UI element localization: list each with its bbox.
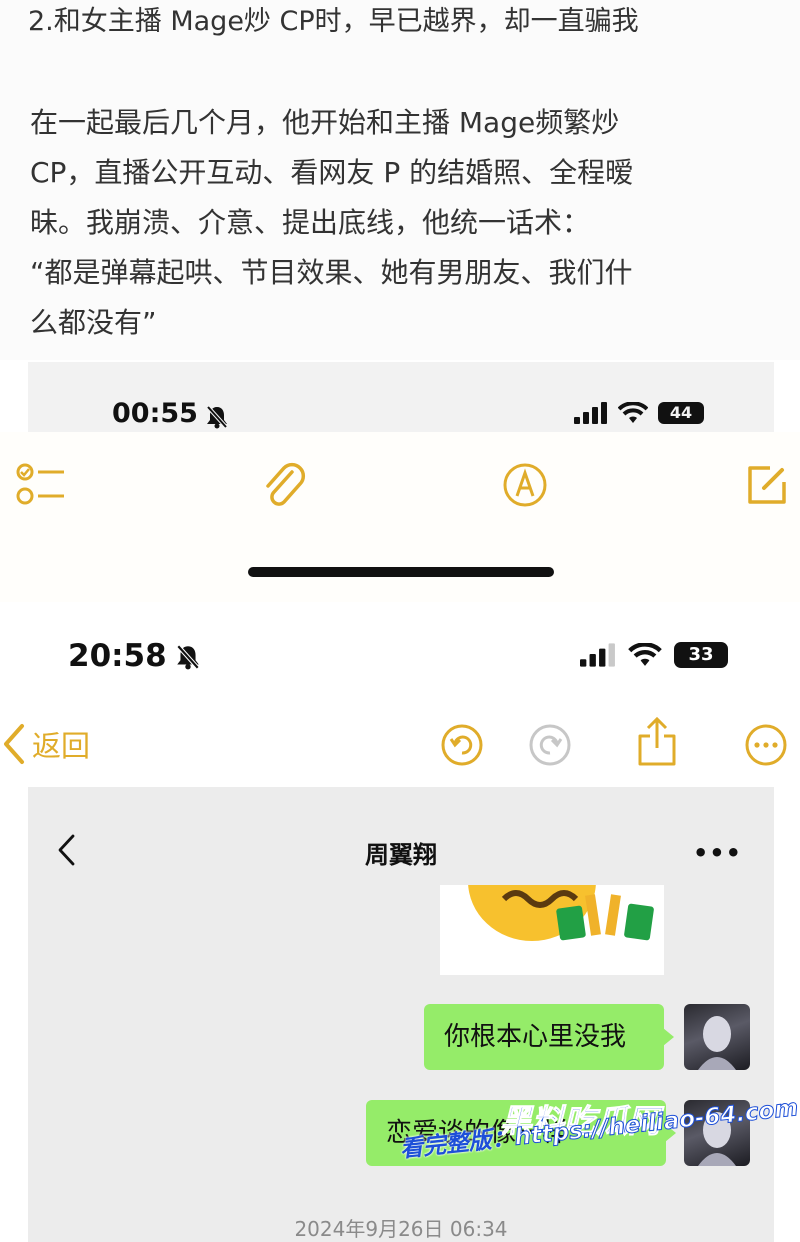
compose-icon[interactable]	[746, 464, 788, 506]
screenshot2-header	[0, 602, 800, 787]
checklist-icon[interactable]	[16, 462, 66, 508]
status-icons: 44	[574, 402, 704, 424]
chat-more-button[interactable]: •••	[693, 839, 742, 867]
screenshot1-status-bar: 00:55 44	[28, 362, 774, 432]
paragraph-line: 昧。我崩溃、介意、提出底线，他统一话术：	[30, 206, 591, 239]
sticker-message	[440, 885, 664, 975]
signal-icon	[574, 402, 607, 424]
markup-pen-icon[interactable]	[502, 462, 548, 508]
redo-icon[interactable]	[528, 723, 572, 767]
article-paragraph: 在一起最后几个月，他开始和主播 Mage频繁炒 CP，直播公开互动、看网友 P …	[30, 98, 750, 348]
article-section: 2.和女主播 Mage炒 CP时，早已越界，却一直骗我 在一起最后几个月，他开始…	[0, 0, 800, 360]
chevron-left-icon	[4, 724, 24, 764]
back-label: 返回	[32, 729, 91, 763]
silent-bell-icon	[206, 405, 228, 429]
paragraph-line: 么都没有”	[30, 306, 157, 339]
chat-contact-name: 周翼翔	[365, 841, 437, 869]
status-time: 20:58	[68, 638, 167, 674]
avatar	[684, 1004, 750, 1070]
share-icon[interactable]	[636, 716, 678, 768]
battery-icon: 44	[658, 402, 704, 424]
wifi-icon	[618, 402, 648, 423]
paragraph-line: CP，直播公开互动、看网友 P 的结婚照、全程暧	[30, 156, 634, 189]
wifi-icon	[628, 643, 662, 666]
status-time: 00:55	[112, 398, 198, 429]
chat-timestamp: 2024年9月26日 06:34	[294, 1217, 508, 1241]
status-icons: 33	[580, 642, 728, 668]
undo-icon[interactable]	[440, 723, 484, 767]
paragraph-line: 在一起最后几个月，他开始和主播 Mage频繁炒	[30, 106, 620, 139]
more-circle-icon[interactable]	[744, 723, 788, 767]
chat-window: 周翼翔 ••• 你根本心里没我 恋爱谈的像一样 2024年9月26日 06:34	[28, 787, 774, 1242]
avatar-image	[698, 1016, 736, 1070]
battery-level: 33	[688, 644, 714, 665]
battery-level: 44	[669, 403, 693, 422]
chat-bubble: 你根本心里没我	[424, 1004, 674, 1070]
silent-bell-icon	[176, 644, 200, 670]
paragraph-line: “都是弹幕起哄、节目效果、她有男朋友、我们什	[30, 256, 633, 289]
article-headline: 2.和女主播 Mage炒 CP时，早已越界，却一直骗我	[28, 6, 639, 37]
back-button[interactable]: 返回	[0, 722, 90, 766]
praying-emoji-sticker	[468, 885, 654, 941]
paperclip-icon[interactable]	[262, 460, 306, 512]
signal-icon	[580, 643, 615, 667]
battery-icon: 33	[674, 642, 728, 668]
chat-header: 周翼翔 •••	[28, 787, 774, 887]
home-indicator	[248, 567, 554, 577]
